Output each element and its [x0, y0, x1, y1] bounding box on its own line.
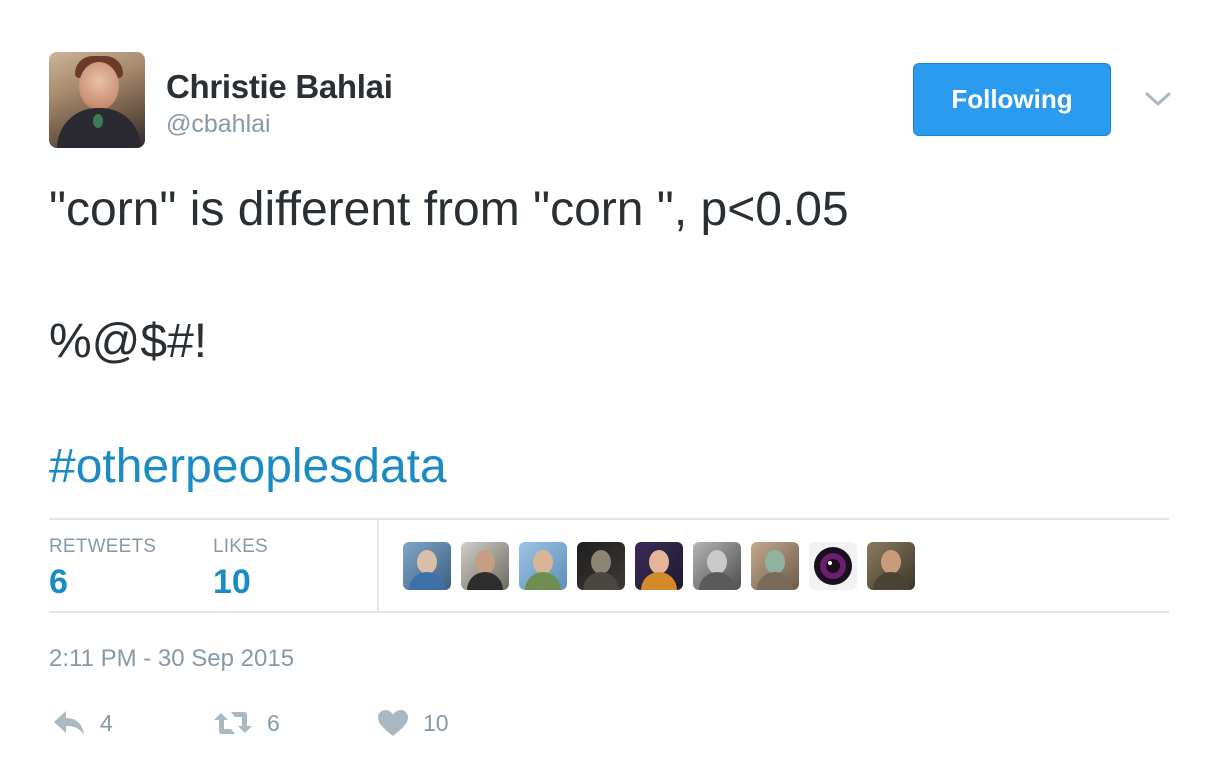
- liker-avatar-shoulders: [757, 572, 793, 590]
- avatar-face: [79, 62, 119, 110]
- liker-avatar[interactable]: [867, 542, 915, 590]
- liker-avatar[interactable]: [693, 542, 741, 590]
- liker-avatar-shoulders: [641, 572, 677, 590]
- liker-avatar-shoulders: [467, 572, 503, 590]
- tweet-timestamp[interactable]: 2:11 PM - 30 Sep 2015: [49, 645, 294, 673]
- avatar-necklace: [93, 114, 103, 128]
- retweet-icon: [214, 712, 252, 734]
- likes-count[interactable]: 10: [213, 563, 251, 602]
- liker-avatar[interactable]: [577, 542, 625, 590]
- author-name[interactable]: Christie Bahlai: [166, 68, 393, 106]
- liker-avatar-head: [475, 550, 495, 574]
- liker-avatar[interactable]: [751, 542, 799, 590]
- reply-count: 4: [100, 709, 113, 736]
- stats-vertical-divider: [377, 519, 379, 612]
- liker-avatar[interactable]: [403, 542, 451, 590]
- liker-avatar[interactable]: [519, 542, 567, 590]
- stats-top-divider: [49, 518, 1169, 520]
- liker-avatar-head: [591, 550, 611, 574]
- heart-icon: [378, 710, 408, 736]
- liker-avatar-head: [417, 550, 437, 574]
- liker-avatar[interactable]: [635, 542, 683, 590]
- liker-avatar[interactable]: [461, 542, 509, 590]
- following-button[interactable]: Following: [913, 63, 1111, 136]
- hashtag-link[interactable]: #otherpeoplesdata: [49, 443, 447, 491]
- liker-avatar-head: [707, 550, 727, 574]
- liker-avatar-shoulders: [873, 572, 909, 590]
- retweets-count[interactable]: 6: [49, 563, 68, 602]
- liker-avatar-head: [881, 550, 901, 574]
- reply-icon: [54, 711, 84, 735]
- retweet-count: 6: [267, 709, 280, 736]
- like-button[interactable]: 10: [377, 706, 449, 740]
- retweet-button[interactable]: 6: [213, 706, 280, 740]
- liker-avatar-shoulders: [409, 572, 445, 590]
- liker-avatar[interactable]: [809, 542, 857, 590]
- like-count: 10: [423, 709, 449, 736]
- author-handle[interactable]: @cbahlai: [166, 110, 271, 139]
- liker-avatar-ring: [814, 547, 852, 585]
- liker-avatars: [403, 542, 925, 590]
- stats-bottom-divider: [49, 611, 1169, 613]
- author-avatar[interactable]: [49, 52, 145, 148]
- liker-avatar-shoulders: [525, 572, 561, 590]
- chevron-down-icon: [1145, 92, 1171, 106]
- more-options-button[interactable]: [1143, 84, 1173, 114]
- tweet-text-line-1: "corn" is different from "corn ", p<0.05: [49, 183, 849, 236]
- liker-avatar-head: [765, 550, 785, 574]
- liker-avatar-shoulders: [699, 572, 735, 590]
- liker-avatar-head: [649, 550, 669, 574]
- reply-button[interactable]: 4: [52, 706, 113, 740]
- liker-avatar-shoulders: [583, 572, 619, 590]
- retweets-label[interactable]: RETWEETS: [49, 536, 156, 558]
- likes-label[interactable]: LIKES: [213, 536, 268, 558]
- tweet-text-line-2: %@$#!: [49, 315, 208, 368]
- liker-avatar-head: [533, 550, 553, 574]
